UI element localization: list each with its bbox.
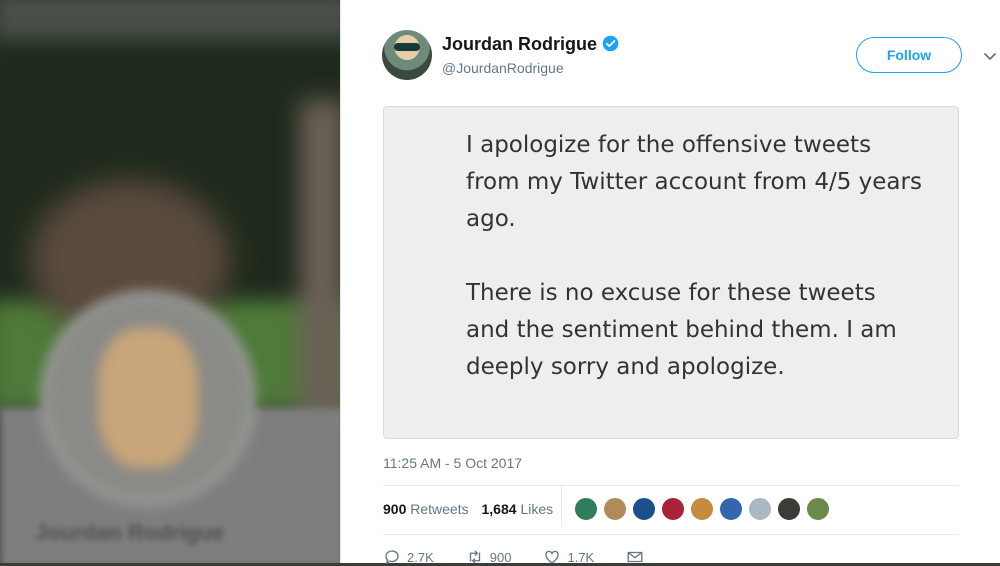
display-name-text[interactable]: Jourdan Rodrigue — [442, 34, 597, 54]
retweets-stat[interactable]: 900 Retweets — [383, 501, 469, 517]
liker-avatar[interactable] — [690, 497, 714, 521]
liker-avatar[interactable] — [748, 497, 772, 521]
liker-avatar[interactable] — [603, 497, 627, 521]
liker-avatar[interactable] — [806, 497, 830, 521]
heart-icon — [545, 550, 560, 564]
display-name[interactable]: Jourdan Rodrigue — [442, 34, 619, 55]
liker-avatar[interactable] — [719, 497, 743, 521]
verified-badge-icon — [602, 35, 619, 52]
divider — [383, 485, 959, 486]
likes-stat[interactable]: 1,684 Likes — [482, 501, 554, 517]
liker-avatar[interactable] — [661, 497, 685, 521]
likes-count: 1,684 — [481, 501, 517, 517]
likes-label: Likes — [520, 501, 554, 517]
tweet-timestamp[interactable]: 11:25 AM - 5 Oct 2017 — [383, 455, 522, 471]
retweets-label: Retweets — [410, 501, 469, 517]
reply-icon — [385, 550, 399, 565]
tweet-actions: 2.7K 900 1.7K — [383, 548, 676, 566]
liker-avatar[interactable] — [574, 497, 598, 521]
retweet-icon — [469, 550, 480, 564]
retweets-count: 900 — [383, 501, 407, 517]
like-count: 1.7K — [567, 549, 595, 565]
envelope-icon — [627, 551, 643, 563]
bg-edge — [300, 100, 345, 430]
retweet-action[interactable]: 900 — [466, 548, 512, 566]
tweet-card: Jourdan Rodrigue @JourdanRodrigue Follow… — [340, 0, 1000, 566]
divider — [383, 534, 959, 535]
reply-count: 2.7K — [407, 549, 434, 565]
direct-message-action[interactable] — [626, 548, 644, 566]
follow-button[interactable]: Follow — [856, 37, 962, 73]
tweet-image[interactable]: I apologize for the offensive tweets fro… — [383, 106, 959, 439]
stats-separator — [561, 486, 562, 526]
chevron-down-icon[interactable] — [982, 48, 998, 64]
tweet-header: Jourdan Rodrigue @JourdanRodrigue Follow — [382, 30, 996, 85]
liker-avatar[interactable] — [777, 497, 801, 521]
like-action[interactable]: 1.7K — [543, 548, 594, 566]
bg-profile-name: Jourdan Rodrigue — [35, 520, 225, 545]
reply-action[interactable]: 2.7K — [383, 548, 434, 566]
liker-avatar[interactable] — [632, 497, 656, 521]
image-statement-text: I apologize for the offensive tweets fro… — [466, 132, 922, 380]
avatar[interactable] — [382, 30, 432, 80]
retweet-count: 900 — [489, 549, 512, 565]
tweet-stats: 900 Retweets 1,684 Likes — [383, 501, 553, 517]
liker-avatars — [574, 497, 830, 521]
blurred-profile-background: Jourdan Rodrigue — [0, 0, 345, 563]
user-handle[interactable]: @JourdanRodrigue — [442, 60, 564, 76]
bg-profile-avatar — [40, 290, 256, 506]
